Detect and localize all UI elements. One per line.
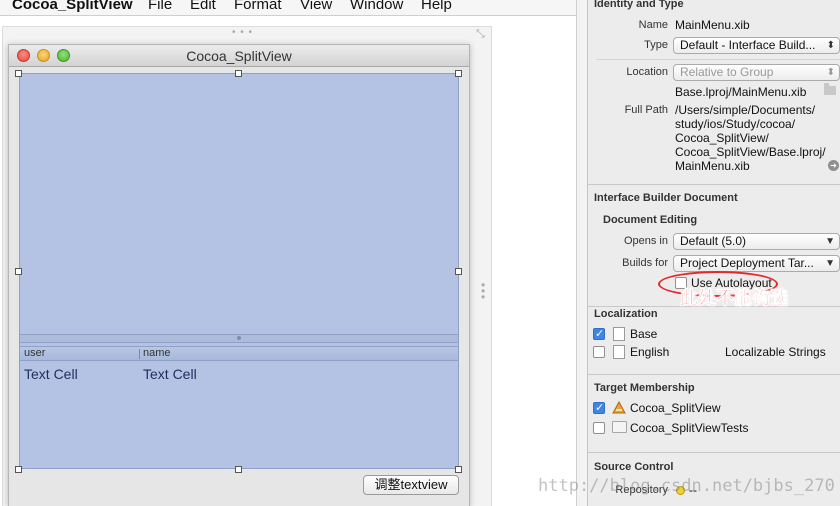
full-path-line: Cocoa_SplitView/ bbox=[675, 131, 769, 145]
menu-help[interactable]: Help bbox=[421, 0, 452, 13]
builds-for-value: Project Deployment Tar... bbox=[680, 256, 814, 270]
menu-edit[interactable]: Edit bbox=[190, 0, 216, 13]
table-header: user name bbox=[20, 346, 458, 361]
full-path-line: /Users/simple/Documents/ bbox=[675, 103, 816, 117]
opens-in-value: Default (5.0) bbox=[680, 234, 747, 248]
localization-section-title: Localization bbox=[594, 308, 658, 320]
updown-arrow-icon: ⬍ bbox=[826, 67, 835, 78]
app-window: Cocoa_SplitView user name Text Cell Text… bbox=[8, 44, 470, 506]
localizable-strings-value[interactable]: Localizable Strings bbox=[725, 345, 826, 359]
test-bundle-icon bbox=[612, 421, 627, 433]
identity-section-title: Identity and Type bbox=[594, 0, 684, 10]
source-control-section-title: Source Control bbox=[594, 461, 674, 473]
target-tests-checkbox[interactable] bbox=[593, 422, 605, 434]
column-separator[interactable] bbox=[139, 349, 140, 359]
folder-icon[interactable] bbox=[824, 83, 836, 95]
side-grip-icon[interactable]: • • • bbox=[481, 279, 485, 303]
selection-handle[interactable] bbox=[235, 466, 242, 473]
divider-dot-icon bbox=[237, 336, 241, 340]
document-editing-title: Document Editing bbox=[603, 214, 698, 226]
full-path-label: Full Path bbox=[624, 104, 668, 116]
column-header-user[interactable]: user bbox=[24, 347, 45, 359]
reveal-arrow-icon[interactable]: ➜ bbox=[828, 160, 839, 171]
menu-app-name[interactable]: Cocoa_SplitView bbox=[12, 0, 133, 13]
builds-for-popup[interactable]: Project Deployment Tar... ▼ bbox=[673, 255, 840, 272]
opens-in-label: Opens in bbox=[623, 235, 668, 247]
down-arrow-icon: ▼ bbox=[825, 236, 835, 247]
column-header-name[interactable]: name bbox=[143, 347, 171, 359]
target-tests-label: Cocoa_SplitViewTests bbox=[630, 421, 749, 435]
menu-format[interactable]: Format bbox=[234, 0, 282, 13]
target-app-label: Cocoa_SplitView bbox=[630, 401, 721, 415]
localization-base-label: Base bbox=[630, 327, 658, 341]
menu-window[interactable]: Window bbox=[350, 0, 403, 13]
name-value[interactable]: MainMenu.xib bbox=[675, 18, 750, 32]
full-path-line: MainMenu.xib bbox=[675, 159, 750, 173]
location-popup-value: Relative to Group bbox=[680, 65, 774, 79]
file-inspector: Identity and Type Name MainMenu.xib Type… bbox=[588, 0, 840, 506]
name-label: Name bbox=[638, 19, 668, 31]
app-target-icon bbox=[612, 401, 626, 414]
selection-handle[interactable] bbox=[15, 466, 22, 473]
location-path: Base.lproj/MainMenu.xib bbox=[675, 85, 807, 99]
ib-document-section-title: Interface Builder Document bbox=[594, 192, 738, 204]
separator bbox=[596, 59, 840, 60]
menu-file[interactable]: File bbox=[148, 0, 172, 13]
updown-arrow-icon: ⬍ bbox=[826, 40, 835, 51]
type-label: Type bbox=[644, 39, 668, 51]
file-icon bbox=[613, 327, 625, 341]
localization-english-checkbox[interactable] bbox=[593, 346, 605, 358]
separator bbox=[588, 452, 840, 453]
split-view-bottom-pane[interactable]: user name Text Cell Text Cell bbox=[19, 342, 459, 469]
type-popup[interactable]: Default - Interface Build... ⬍ bbox=[673, 37, 840, 54]
localization-english-label: English bbox=[630, 345, 670, 359]
selection-handle[interactable] bbox=[15, 70, 22, 77]
type-popup-value: Default - Interface Build... bbox=[680, 38, 816, 52]
down-arrow-icon: ▼ bbox=[825, 258, 835, 269]
full-path-line: Cocoa_SplitView/Base.lproj/ bbox=[675, 145, 826, 159]
selection-handle[interactable] bbox=[15, 268, 22, 275]
annotation-text: 此处不能钩选 bbox=[680, 288, 789, 309]
builds-for-label: Builds for bbox=[622, 257, 668, 269]
frame-grip-icon[interactable]: • • • bbox=[232, 27, 253, 38]
selection-handle[interactable] bbox=[455, 70, 462, 77]
selection-handle[interactable] bbox=[235, 70, 242, 77]
window-title: Cocoa_SplitView bbox=[186, 48, 292, 64]
watermark: http://blog.csdn.net/bjbs_270 bbox=[538, 476, 835, 496]
localization-base-checkbox[interactable] bbox=[593, 327, 605, 340]
separator bbox=[588, 184, 840, 185]
opens-in-popup[interactable]: Default (5.0) ▼ bbox=[673, 233, 840, 250]
table-cell-user[interactable]: Text Cell bbox=[24, 366, 78, 382]
resize-corner-icon[interactable]: ⤡ bbox=[476, 28, 485, 41]
adjust-textview-button[interactable]: 调整textview bbox=[363, 475, 459, 495]
menu-bar: Cocoa_SplitView File Edit Format View Wi… bbox=[0, 0, 576, 16]
split-view-top-pane[interactable] bbox=[19, 73, 459, 335]
target-app-checkbox[interactable] bbox=[593, 401, 605, 414]
location-popup[interactable]: Relative to Group ⬍ bbox=[673, 64, 840, 81]
location-label: Location bbox=[626, 66, 668, 78]
table-cell-name[interactable]: Text Cell bbox=[143, 366, 197, 382]
full-path-line: study/ios/Study/cocoa/ bbox=[675, 117, 796, 131]
file-icon bbox=[613, 345, 625, 359]
selection-handle[interactable] bbox=[455, 268, 462, 275]
menu-view[interactable]: View bbox=[300, 0, 332, 13]
target-membership-section-title: Target Membership bbox=[594, 382, 695, 394]
separator bbox=[588, 374, 840, 375]
window-titlebar: Cocoa_SplitView bbox=[9, 45, 469, 67]
selection-handle[interactable] bbox=[455, 466, 462, 473]
inspector-divider[interactable] bbox=[576, 0, 588, 506]
split-view-divider[interactable] bbox=[19, 335, 459, 342]
